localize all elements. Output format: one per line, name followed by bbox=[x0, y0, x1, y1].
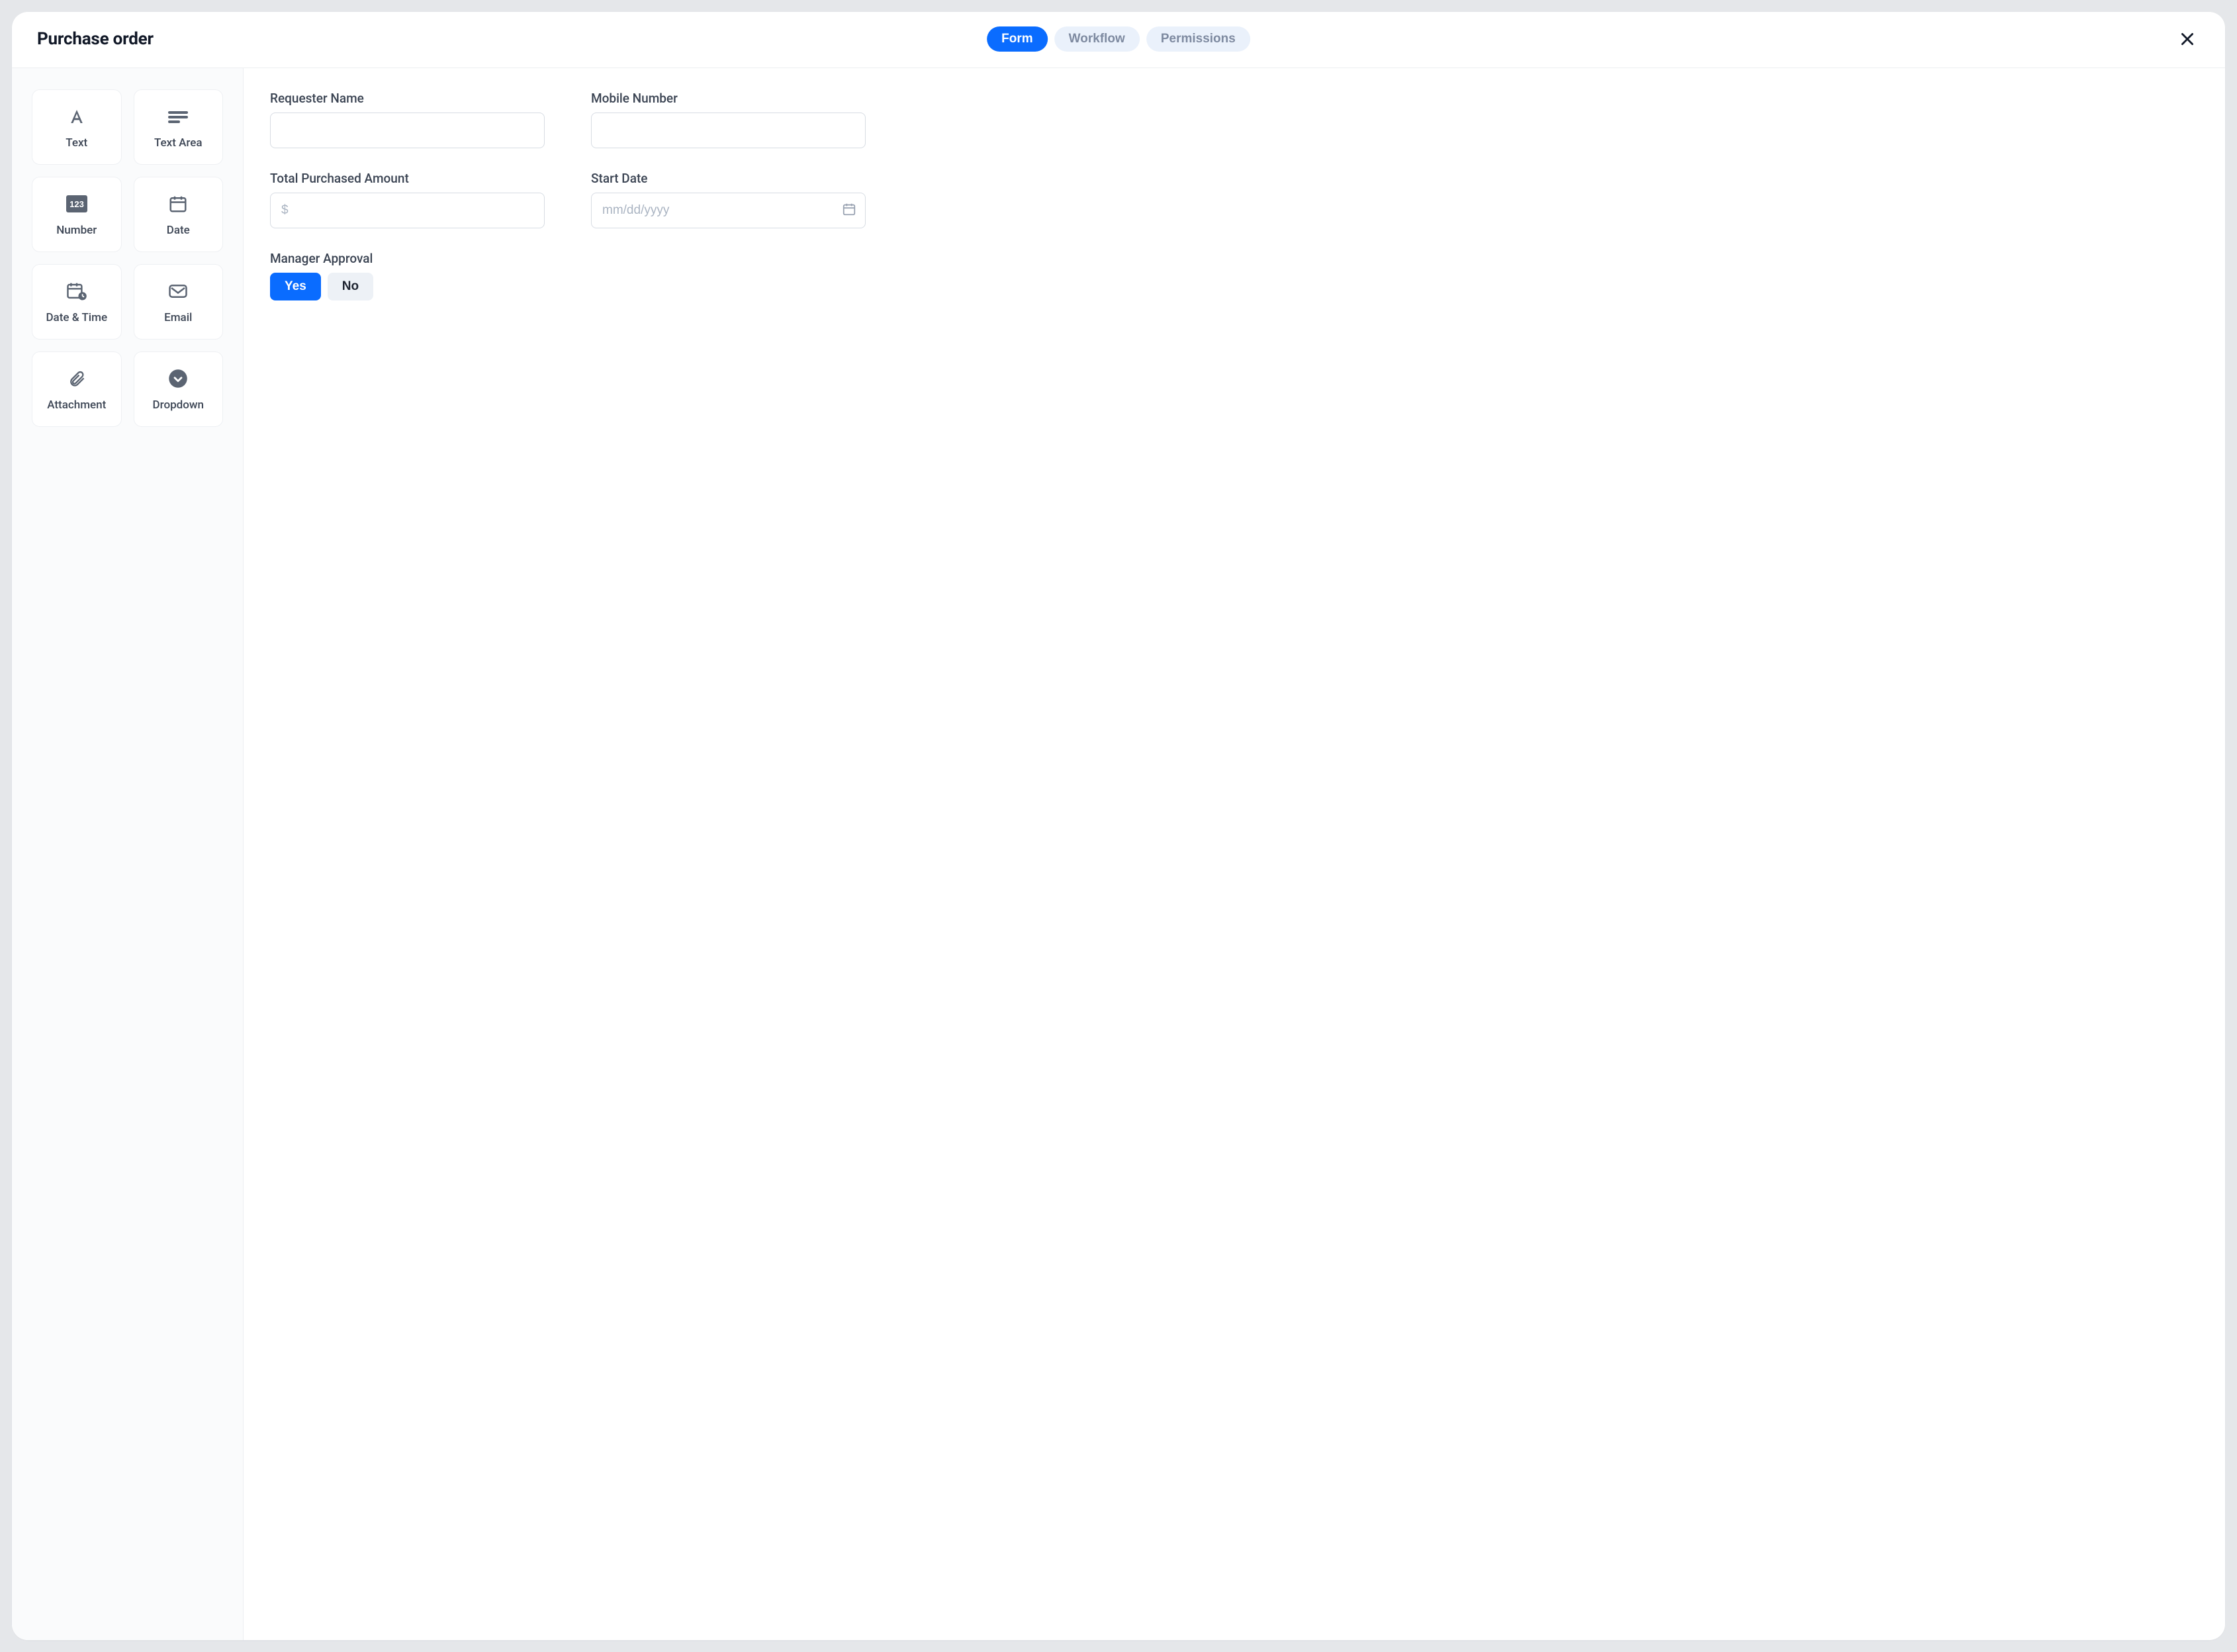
dialog-header: Purchase order Form Workflow Permissions bbox=[12, 12, 2225, 68]
text-icon bbox=[67, 105, 87, 128]
manager-approval-no[interactable]: No bbox=[328, 273, 373, 300]
form-canvas: Requester Name Mobile Number Total Purch… bbox=[244, 68, 2225, 1640]
svg-text:123: 123 bbox=[69, 199, 84, 209]
tab-bar: Form Workflow Permissions bbox=[987, 26, 1250, 52]
field-requester-name: Requester Name bbox=[270, 91, 545, 148]
start-date-input[interactable] bbox=[591, 193, 866, 228]
tab-form[interactable]: Form bbox=[987, 26, 1048, 52]
palette-item-attachment[interactable]: Attachment bbox=[32, 351, 122, 427]
palette-item-label: Text Area bbox=[154, 136, 203, 150]
dialog: Purchase order Form Workflow Permissions bbox=[12, 12, 2225, 1640]
palette-item-label: Number bbox=[56, 224, 97, 237]
page-title: Purchase order bbox=[37, 29, 154, 49]
dropdown-icon bbox=[168, 367, 188, 390]
textarea-icon bbox=[167, 105, 189, 128]
palette-item-number[interactable]: 123 Number bbox=[32, 177, 122, 252]
palette-item-label: Date & Time bbox=[46, 311, 107, 324]
palette-item-label: Text bbox=[66, 136, 87, 150]
palette-item-label: Date bbox=[167, 224, 190, 237]
field-palette: Text Text Area bbox=[12, 68, 244, 1640]
palette-item-label: Email bbox=[164, 311, 192, 324]
field-label: Mobile Number bbox=[591, 91, 866, 106]
field-label: Manager Approval bbox=[270, 251, 866, 266]
palette-item-email[interactable]: Email bbox=[134, 264, 224, 340]
attachment-icon bbox=[68, 367, 86, 390]
number-icon: 123 bbox=[66, 192, 88, 216]
palette-item-dropdown[interactable]: Dropdown bbox=[134, 351, 224, 427]
field-start-date: Start Date bbox=[591, 171, 866, 228]
total-amount-input[interactable] bbox=[270, 193, 545, 228]
field-manager-approval: Manager Approval Yes No bbox=[270, 251, 866, 300]
close-button[interactable] bbox=[2175, 26, 2200, 52]
mobile-number-input[interactable] bbox=[591, 113, 866, 148]
manager-approval-yes[interactable]: Yes bbox=[270, 273, 321, 300]
datetime-icon bbox=[66, 279, 87, 303]
palette-item-datetime[interactable]: Date & Time bbox=[32, 264, 122, 340]
field-label: Total Purchased Amount bbox=[270, 171, 545, 186]
email-icon bbox=[168, 279, 188, 303]
palette-item-label: Attachment bbox=[47, 398, 106, 412]
field-total-amount: Total Purchased Amount bbox=[270, 171, 545, 228]
close-icon bbox=[2179, 30, 2196, 48]
palette-item-date[interactable]: Date bbox=[134, 177, 224, 252]
palette-item-label: Dropdown bbox=[153, 398, 204, 412]
field-label: Start Date bbox=[591, 171, 866, 186]
tab-permissions[interactable]: Permissions bbox=[1146, 26, 1250, 52]
requester-name-input[interactable] bbox=[270, 113, 545, 148]
palette-item-textarea[interactable]: Text Area bbox=[134, 89, 224, 165]
tab-workflow[interactable]: Workflow bbox=[1054, 26, 1140, 52]
field-mobile-number: Mobile Number bbox=[591, 91, 866, 148]
date-icon bbox=[168, 192, 188, 216]
dialog-body: Text Text Area bbox=[12, 68, 2225, 1640]
palette-item-text[interactable]: Text bbox=[32, 89, 122, 165]
field-label: Requester Name bbox=[270, 91, 545, 106]
